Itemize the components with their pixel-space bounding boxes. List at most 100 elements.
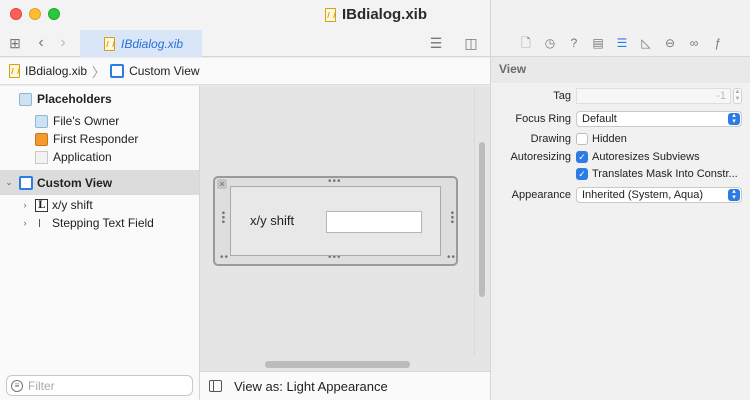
resize-handle-top[interactable]: ••• [328,177,342,187]
first-responder-cube-icon [35,132,48,146]
disclosure-expanded-icon[interactable]: ⌄ [3,177,15,188]
breadcrumb-item[interactable]: Custom View [129,64,199,78]
label-icon: L [35,198,48,212]
placeholder-cube-icon [19,92,32,106]
xcode-window: IBdialog.xib ⊞ ‹ › IBdialog.xib ☰ ◫ IBdi… [0,0,750,400]
xib-file-icon [9,64,20,78]
forward-chevron-icon[interactable]: › [55,35,71,51]
add-editor-split-icon[interactable]: ◫ [463,35,479,51]
outline-item-label: Application [53,150,112,164]
custom-view-icon [19,175,33,190]
resize-handle-bottom-right[interactable]: •• [447,253,456,263]
resize-handle-right[interactable]: ••• [446,211,457,225]
focus-ring-popup[interactable]: Default ▴ ▾ [576,111,742,127]
autoresizes-subviews-checkbox[interactable]: ✓ [576,151,588,163]
tab-label: IBdialog.xib [121,36,184,51]
breadcrumb-separator-icon: 〉 [92,64,106,80]
filter-icon: ≡ [11,379,23,392]
autoresizes-subviews-label[interactable]: Autoresizes Subviews [592,151,700,163]
placeholder-cube-icon [35,114,48,128]
custom-view-frame[interactable]: × ••• ••• ••• ••• •• •• x/y shift [213,176,458,266]
title-bar: IBdialog.xib [0,0,490,30]
disclosure-collapsed-icon[interactable]: › [19,200,31,210]
zoom-window-button[interactable] [48,8,60,20]
xy-shift-label[interactable]: x/y shift [250,213,294,228]
hidden-checkbox-label[interactable]: Hidden [592,133,627,145]
outline-item-xy-shift[interactable]: › L x/y shift [0,196,199,214]
breadcrumb: IBdialog.xib 〉 Custom View [0,58,490,85]
hidden-checkbox[interactable] [576,133,588,145]
outline-item-application[interactable]: Application [0,148,199,166]
focus-ring-value: Default [582,113,617,125]
section-header-band [491,57,750,83]
help-inspector-icon[interactable]: ? [567,36,581,50]
bindings-inspector-icon[interactable]: ∞ [687,36,701,50]
window-title: IBdialog.xib [325,6,427,23]
disclosure-collapsed-icon[interactable]: › [19,218,31,228]
application-icon [35,150,48,164]
effects-inspector-icon[interactable]: ƒ [711,36,725,50]
view-as-label[interactable]: View as: Light Appearance [234,379,388,394]
filter-placeholder: Filter [28,378,55,393]
focus-ring-label: Focus Ring [515,113,571,125]
attributes-inspector: 🗋 ◷ ? ▤ ☰ ◺ ⊖ ∞ ƒ View Tag -1 ▲ ▼ Focus R… [490,0,750,400]
outline-placeholders-label: Placeholders [37,92,112,106]
filter-field[interactable]: ≡ Filter [6,375,193,396]
tag-stepper[interactable]: ▲ ▼ [733,88,742,104]
inspector-section-title: View [499,62,527,76]
history-inspector-icon[interactable]: ◷ [543,36,557,50]
outline-item-label: First Responder [53,132,139,146]
custom-view-icon [110,64,125,78]
editor-tab-bar: ⊞ ‹ › IBdialog.xib ☰ ◫ [0,30,490,57]
toggle-outline-icon[interactable] [209,380,222,392]
close-view-icon[interactable]: × [217,179,227,189]
attributes-inspector-icon[interactable]: ☰ [615,36,629,50]
resize-handle-left[interactable]: ••• [217,211,228,225]
outline-placeholders-header[interactable]: Placeholders [0,90,199,108]
outline-item-first-responder[interactable]: First Responder [0,130,199,148]
window-title-text: IBdialog.xib [342,6,428,23]
breadcrumb-file[interactable]: IBdialog.xib [25,64,87,78]
appearance-popup[interactable]: Inherited (System, Aqua) ▴ ▾ [576,187,742,203]
appearance-value: Inherited (System, Aqua) [582,189,704,201]
autoresizing-label: Autoresizing [510,151,571,163]
tab-ibdialog-xib[interactable]: IBdialog.xib [80,30,202,57]
interface-builder-canvas[interactable]: × ••• ••• ••• ••• •• •• x/y shift [200,86,490,371]
appearance-label: Appearance [511,189,571,201]
outline-item-label: Stepping Text Field [52,216,154,230]
identity-inspector-icon[interactable]: ▤ [591,36,605,50]
connections-inspector-icon[interactable]: ⊖ [663,36,677,50]
close-window-button[interactable] [10,8,22,20]
popup-chevron-icon: ▴ ▾ [728,188,740,201]
resize-handle-bottom-left[interactable]: •• [220,253,229,263]
size-inspector-icon[interactable]: ◺ [639,36,653,50]
canvas-bottom-bar: View as: Light Appearance [200,371,490,400]
vertical-scrollbar[interactable] [479,142,485,297]
custom-view-content[interactable]: x/y shift [230,186,441,256]
translates-mask-checkbox[interactable]: ✓ [576,168,588,180]
outline-item-label: x/y shift [52,198,93,212]
outline-item-files-owner[interactable]: File's Owner [0,112,199,130]
tag-field[interactable]: -1 [576,88,731,104]
horizontal-scrollbar[interactable] [265,361,410,368]
inspector-tab-bar: 🗋 ◷ ? ▤ ☰ ◺ ⊖ ∞ ƒ [491,30,750,57]
xib-file-icon [325,7,336,22]
back-chevron-icon[interactable]: ‹ [33,35,49,51]
stepping-text-field[interactable] [326,211,422,233]
tag-label: Tag [553,90,571,102]
outline-item-label: File's Owner [53,114,120,128]
xib-file-icon [104,36,115,51]
file-inspector-icon[interactable]: 🗋 [519,36,533,50]
outline-item-custom-view[interactable]: ⌄ Custom View [0,170,199,195]
translates-mask-label[interactable]: Translates Mask Into Constr... [592,168,738,180]
editor-options-icon[interactable]: ☰ [428,35,444,51]
related-items-grid-icon[interactable]: ⊞ [7,35,23,51]
drawing-label: Drawing [530,133,571,145]
outline-item-stepping-text-field[interactable]: › Stepping Text Field [0,214,199,232]
popup-chevron-icon: ▴ ▾ [728,112,740,125]
text-field-icon [39,219,42,227]
canvas-divider [474,86,475,356]
minimize-window-button[interactable] [29,8,41,20]
outline-item-label: Custom View [37,175,113,190]
document-outline: Placeholders File's Owner First Responde… [0,86,200,400]
